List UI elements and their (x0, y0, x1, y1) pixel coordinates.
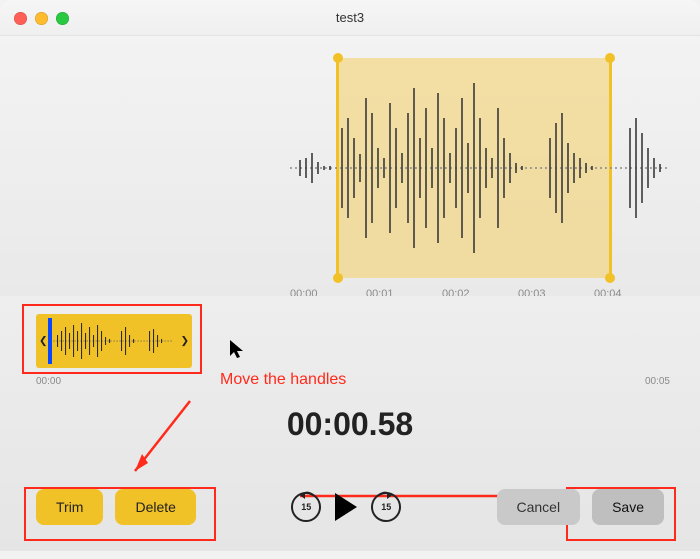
minimize-icon[interactable] (35, 12, 48, 25)
cancel-button[interactable]: Cancel (497, 489, 581, 525)
play-button[interactable] (335, 493, 357, 521)
close-icon[interactable] (14, 12, 27, 25)
mini-waveform[interactable]: ❮ ❯ (36, 314, 192, 368)
zoom-icon[interactable] (56, 12, 69, 25)
trim-button[interactable]: Trim (36, 489, 103, 525)
waveform-panel: 00:00 00:01 00:02 00:03 00:04 (0, 36, 700, 296)
cursor-icon (228, 338, 246, 360)
current-time: 00:00.58 (0, 406, 700, 443)
window-controls (14, 12, 69, 25)
skip-forward-button[interactable]: 15 (371, 492, 401, 522)
skip-back-button[interactable]: 15 (291, 492, 321, 522)
annotation-text: Move the handles (220, 371, 346, 389)
playhead[interactable] (48, 318, 52, 364)
edit-panel: ❮ ❯ 00:00 00:05 Move the handles 00:00.5… (0, 296, 700, 551)
skip-back-icon (291, 490, 321, 500)
delete-button[interactable]: Delete (115, 489, 195, 525)
skip-seconds: 15 (301, 502, 311, 512)
waveform-icon (290, 58, 670, 278)
skip-forward-icon (371, 490, 401, 500)
mini-start-time: 00:00 (36, 376, 61, 387)
mini-waveform-icon (50, 321, 177, 361)
mini-end-time: 00:05 (645, 376, 670, 387)
chevron-right-icon: ❯ (178, 333, 192, 349)
skip-seconds: 15 (381, 502, 391, 512)
window-titlebar: test3 (0, 0, 700, 36)
waveform-display[interactable] (290, 58, 670, 278)
window-title: test3 (336, 10, 364, 25)
toolbar: Trim Delete 15 15 Cancel Save (0, 481, 700, 533)
save-button[interactable]: Save (592, 489, 664, 525)
